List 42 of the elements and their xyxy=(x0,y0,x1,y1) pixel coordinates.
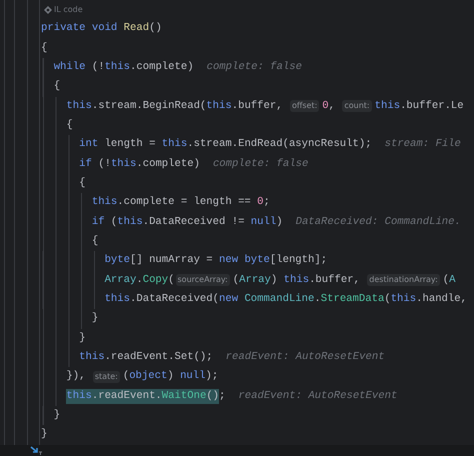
code-text: int length = this.stream.EndRead(asyncResult); xyxy=(79,137,372,152)
selected-code: this.readEvent.WaitOne() xyxy=(66,388,220,404)
code-text: this.stream.BeginRead(this.buffer, xyxy=(66,98,284,114)
code-text: { xyxy=(92,234,98,250)
code-text: if (this.DataReceived != null) xyxy=(92,214,283,230)
code-text: { xyxy=(79,176,86,192)
code-text: this.buffer.Le xyxy=(374,98,464,114)
code-text: } xyxy=(41,427,48,442)
code-text: (A xyxy=(442,272,456,288)
code-text: private void Read() xyxy=(41,21,162,36)
code-text: ; xyxy=(219,388,226,404)
inline-value: DataReceived: CommandLine. xyxy=(296,214,461,230)
code-vision-icon xyxy=(44,6,52,14)
code-text: } xyxy=(54,408,60,424)
parameter-hint: destinationArray: xyxy=(367,274,440,286)
code-text: }), xyxy=(66,369,86,384)
parameter-hint: count: xyxy=(342,100,372,112)
code-vision-link[interactable]: IL code xyxy=(54,0,83,20)
arrow-icon[interactable] xyxy=(30,446,42,455)
code-text: } xyxy=(92,311,98,326)
code-text: byte[] numArray = new byte[length]; xyxy=(104,253,328,268)
code-text: } xyxy=(79,330,86,346)
code-text: { xyxy=(41,40,48,56)
inline-value: complete: false xyxy=(212,156,308,172)
parameter-hint: offset: xyxy=(290,100,320,112)
code-text: Array.Copy( xyxy=(104,272,175,288)
inline-value: complete: false xyxy=(206,60,302,75)
parameter-hint: state: xyxy=(92,370,120,383)
code-text: (Array) this.buffer, xyxy=(232,272,361,288)
code-text: this.readEvent.Set(); xyxy=(79,350,213,366)
parameter-hint: sourceArray: xyxy=(176,274,230,286)
inline-value: readEvent: AutoResetEvent xyxy=(238,388,398,404)
code-text: (object) null); xyxy=(122,369,218,384)
code-text: if (!this.complete) xyxy=(79,156,200,172)
code-text: while (!this.complete) xyxy=(54,60,194,76)
code-text: { xyxy=(66,118,73,134)
code-text: this.DataReceived(new CommandLine.StreamData(this.handle, xyxy=(104,292,467,308)
inline-value: readEvent: AutoResetEvent xyxy=(226,350,385,365)
code-text: this.complete = length == 0; xyxy=(92,195,270,210)
code-text: 0, xyxy=(322,98,336,114)
inline-value: stream: File xyxy=(384,137,461,152)
code-text: { xyxy=(54,79,60,94)
